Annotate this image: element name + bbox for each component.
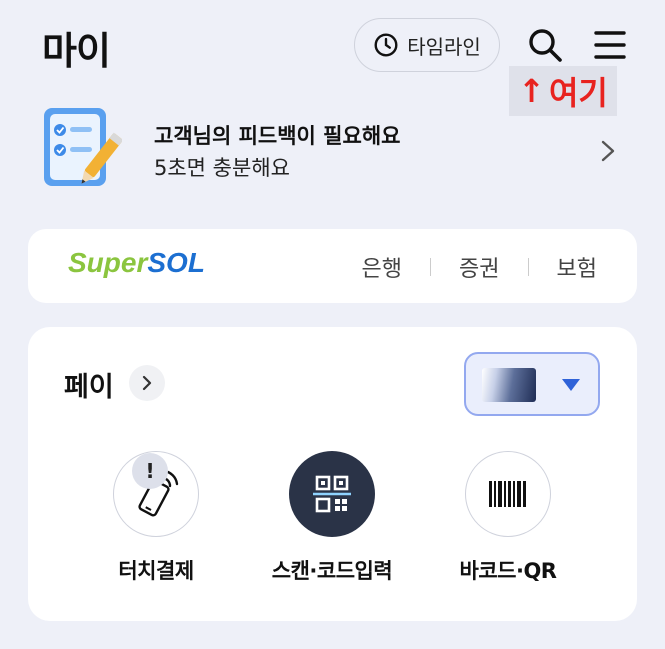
qr-scan-icon xyxy=(313,475,351,513)
barcode-qr-circle[interactable] xyxy=(465,451,551,537)
feedback-banner[interactable]: 고객님의 피드백이 필요해요 5초면 충분해요 xyxy=(42,104,632,196)
supersol-logo[interactable]: SuperSOL xyxy=(68,247,205,279)
feedback-subtitle: 5초면 충분해요 xyxy=(154,156,290,180)
timeline-button[interactable]: 타임라인 xyxy=(354,18,500,72)
timeline-label: 타임라인 xyxy=(407,34,481,59)
divider xyxy=(527,258,529,276)
barcode-icon xyxy=(489,481,526,507)
chevron-right-icon xyxy=(601,140,615,162)
link-bank[interactable]: 은행 xyxy=(362,251,402,283)
clock-icon xyxy=(374,33,398,57)
logo-sol: SOL xyxy=(147,247,205,278)
pay-item-label: 스캔·코드입력 xyxy=(271,559,393,583)
hamburger-menu-icon[interactable] xyxy=(592,26,628,64)
pay-barcode-qr[interactable]: 바코드·QR xyxy=(418,451,598,585)
search-icon[interactable] xyxy=(526,26,564,64)
scan-code-circle[interactable] xyxy=(289,451,375,537)
caret-down-icon xyxy=(562,379,580,391)
chevron-right-icon xyxy=(142,375,152,391)
supersol-links: 은행 증권 보험 xyxy=(362,251,597,283)
checklist-pencil-icon xyxy=(44,108,122,186)
card-thumbnail xyxy=(482,368,536,402)
link-insurance[interactable]: 보험 xyxy=(557,251,597,283)
divider xyxy=(430,258,432,276)
page-title: 마이 xyxy=(42,29,111,73)
logo-super: Super xyxy=(68,247,148,278)
pay-touch-payment[interactable]: ! 터치결제 xyxy=(66,451,246,585)
pay-item-label: 터치결제 xyxy=(118,559,194,583)
alert-badge: ! xyxy=(132,453,168,489)
pay-item-label: 바코드·QR xyxy=(459,559,557,583)
supersol-card: SuperSOL 은행 증권 보험 xyxy=(28,229,637,303)
pay-more-button[interactable] xyxy=(129,365,165,401)
card-selector[interactable] xyxy=(464,352,600,416)
feedback-title: 고객님의 피드백이 필요해요 xyxy=(154,124,401,148)
pay-scan-code[interactable]: 스캔·코드입력 xyxy=(242,451,422,585)
link-securities[interactable]: 증권 xyxy=(459,251,499,283)
pay-title[interactable]: 페이 xyxy=(64,365,114,404)
pay-card: 페이 ! 터치결제 스캔·코드입력 바코드·QR xyxy=(28,327,637,621)
